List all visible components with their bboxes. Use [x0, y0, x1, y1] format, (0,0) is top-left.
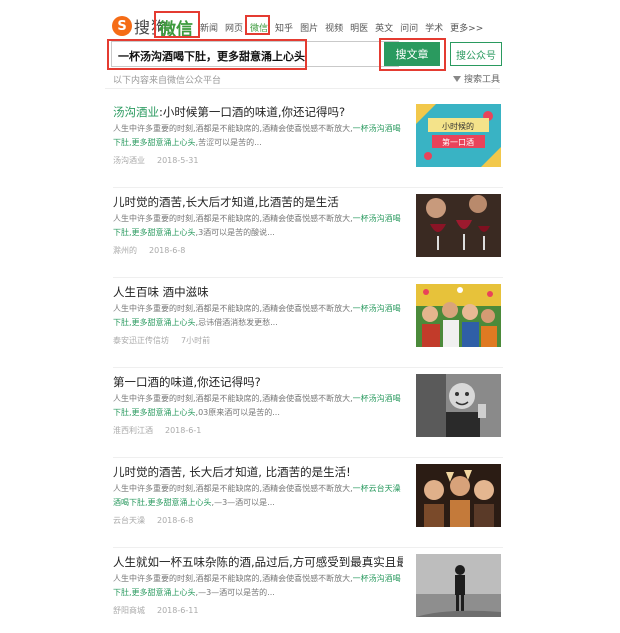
- result-item: 人生百味 酒中滋味 人生中许多重要的时刻,酒都是不能缺席的,酒精会使喜悦感不断放…: [113, 278, 503, 368]
- result-title[interactable]: 儿时觉的酒苦, 长大后才知道, 比酒苦的是生活!: [113, 464, 403, 480]
- result-item: 第一口酒的味道,你还记得吗? 人生中许多重要的时刻,酒都是不能缺席的,酒精会使喜…: [113, 368, 503, 458]
- result-thumbnail[interactable]: [416, 554, 501, 617]
- nav-images[interactable]: 图片: [300, 21, 318, 34]
- svg-text:小时候的: 小时候的: [442, 121, 474, 131]
- result-meta: 舒阳商城 2018-6-11: [113, 605, 198, 616]
- result-source[interactable]: 泰安迅正传信坊: [113, 336, 169, 345]
- result-list: 汤沟酒业:小时候第一口酒的味道,你还记得吗? 人生中许多重要的时刻,酒都是不能缺…: [113, 98, 503, 633]
- result-item: 儿时觉的酒苦,长大后才知道,比酒苦的是生活 人生中许多重要的时刻,酒都是不能缺席…: [113, 188, 503, 278]
- result-title[interactable]: 汤沟酒业:小时候第一口酒的味道,你还记得吗?: [113, 104, 403, 120]
- result-abstract: 人生中许多重要的时刻,酒都是不能缺席的,酒精会使喜悦感不断放大,一杯汤沟酒喝下肚…: [113, 572, 403, 600]
- toast-icon: [416, 464, 501, 527]
- result-abstract: 人生中许多重要的时刻,酒都是不能缺席的,酒精会使喜悦感不断放大,一杯汤沟酒喝下肚…: [113, 212, 403, 240]
- annotation-box-button: [379, 38, 446, 71]
- result-title-text: 人生就如一杯五味杂陈的酒,品过后,方可感受到最真实且最...: [113, 555, 403, 569]
- result-source[interactable]: 云台天澡: [113, 516, 145, 525]
- result-thumbnail[interactable]: 小时候的 第一口酒: [416, 104, 501, 167]
- abstract-tail: ,3酒可以是苦的酸说...: [195, 228, 275, 237]
- nav-medical[interactable]: 明医: [350, 21, 368, 34]
- result-source[interactable]: 滁州的: [113, 246, 137, 255]
- abstract-text: 人生中许多重要的时刻,酒都是不能缺席的,酒精会使喜悦感不断放大,: [113, 214, 353, 223]
- result-date: 2018-6-8: [149, 246, 186, 255]
- svg-text:第一口酒: 第一口酒: [442, 137, 474, 147]
- result-source[interactable]: 舒阳商城: [113, 606, 145, 615]
- abstract-tail: ,03原来酒可以是苦的...: [195, 408, 280, 417]
- result-item: 儿时觉的酒苦, 长大后才知道, 比酒苦的是生活! 人生中许多重要的时刻,酒都是不…: [113, 458, 503, 548]
- abstract-text: 人生中许多重要的时刻,酒都是不能缺席的,酒精会使喜悦感不断放大,: [113, 394, 353, 403]
- result-source[interactable]: 淮西利江酒: [113, 426, 153, 435]
- nav-web[interactable]: 网页: [225, 21, 243, 34]
- source-hint: 以下内容来自微信公众平台: [113, 76, 222, 86]
- result-title[interactable]: 人生就如一杯五味杂陈的酒,品过后,方可感受到最真实且最...: [113, 554, 403, 570]
- result-date: 2018-6-8: [157, 516, 194, 525]
- nav-english[interactable]: 英文: [375, 21, 393, 34]
- result-meta: 汤沟酒业 2018-5-31: [113, 155, 198, 166]
- annotation-box-tab: [245, 15, 270, 35]
- poster-icon: 小时候的 第一口酒: [416, 104, 501, 167]
- result-abstract: 人生中许多重要的时刻,酒都是不能缺席的,酒精会使喜悦感不断放大,一杯汤沟酒喝下肚…: [113, 122, 403, 150]
- nav-bar: 新闻 网页 微信 知乎 图片 视频 明医 英文 问问 学术 更多>>: [200, 21, 490, 34]
- result-title[interactable]: 儿时觉的酒苦,长大后才知道,比酒苦的是生活: [113, 194, 403, 210]
- result-title-text: 人生百味 酒中滋味: [113, 285, 209, 299]
- silhouette-icon: [416, 554, 501, 617]
- result-title-highlight: 汤沟酒业: [113, 105, 159, 119]
- result-meta: 滁州的 2018-6-8: [113, 245, 185, 256]
- result-date: 7小时前: [181, 336, 211, 345]
- nav-wenwen[interactable]: 问问: [400, 21, 418, 34]
- result-thumbnail[interactable]: [416, 194, 501, 257]
- result-meta: 淮西利江酒 2018-6-1: [113, 425, 201, 436]
- result-meta: 云台天澡 2018-6-8: [113, 515, 193, 526]
- result-date: 2018-6-1: [165, 426, 202, 435]
- sogou-logo-icon: S: [112, 16, 132, 36]
- result-item: 人生就如一杯五味杂陈的酒,品过后,方可感受到最真实且最... 人生中许多重要的时…: [113, 548, 503, 633]
- party-icon: [416, 284, 501, 347]
- result-date: 2018-6-11: [157, 606, 199, 615]
- result-item: 汤沟酒业:小时候第一口酒的味道,你还记得吗? 人生中许多重要的时刻,酒都是不能缺…: [113, 98, 503, 188]
- annotation-box-weixin: [154, 11, 200, 38]
- annotation-box-query: [107, 39, 307, 70]
- result-abstract: 人生中许多重要的时刻,酒都是不能缺席的,酒精会使喜悦感不断放大,一杯汤沟酒喝下肚…: [113, 302, 403, 330]
- abstract-text: 人生中许多重要的时刻,酒都是不能缺席的,酒精会使喜悦感不断放大,: [113, 484, 353, 493]
- result-title-text: 儿时觉的酒苦, 长大后才知道, 比酒苦的是生活!: [113, 465, 351, 479]
- abstract-text: 人生中许多重要的时刻,酒都是不能缺席的,酒精会使喜悦感不断放大,: [113, 304, 353, 313]
- nav-zhihu[interactable]: 知乎: [275, 21, 293, 34]
- nav-video[interactable]: 视频: [325, 21, 343, 34]
- nav-news[interactable]: 新闻: [200, 21, 218, 34]
- result-thumbnail[interactable]: [416, 464, 501, 527]
- child-photo-icon: [416, 374, 501, 437]
- filter-icon: [453, 75, 461, 82]
- result-title-text: 第一口酒的味道,你还记得吗?: [113, 375, 261, 389]
- abstract-tail: ,苦涩可以是苦的...: [195, 138, 262, 147]
- result-source[interactable]: 汤沟酒业: [113, 156, 145, 165]
- abstract-text: 人生中许多重要的时刻,酒都是不能缺席的,酒精会使喜悦感不断放大,: [113, 574, 353, 583]
- result-title-text: 儿时觉的酒苦,长大后才知道,比酒苦的是生活: [113, 195, 339, 209]
- wine-glasses-icon: [416, 194, 501, 257]
- result-meta: 泰安迅正传信坊 7小时前: [113, 335, 210, 346]
- abstract-text: 人生中许多重要的时刻,酒都是不能缺席的,酒精会使喜悦感不断放大,: [113, 124, 353, 133]
- result-date: 2018-5-31: [157, 156, 199, 165]
- search-tools-button[interactable]: 搜索工具: [453, 72, 500, 85]
- nav-scholar[interactable]: 学术: [425, 21, 443, 34]
- abstract-tail: ,忌讳借酒消愁发更愁...: [195, 318, 278, 327]
- search-accounts-button[interactable]: 搜公众号: [450, 42, 502, 66]
- divider: [105, 88, 500, 89]
- result-title[interactable]: 人生百味 酒中滋味: [113, 284, 403, 300]
- result-thumbnail[interactable]: [416, 374, 501, 437]
- result-title-text: :小时候第一口酒的味道,你还记得吗?: [159, 105, 346, 119]
- abstract-tail: ,—3—酒可以是...: [211, 498, 275, 507]
- abstract-tail: ,—3—酒可以是苦的...: [195, 588, 275, 597]
- result-abstract: 人生中许多重要的时刻,酒都是不能缺席的,酒精会使喜悦感不断放大,一杯汤沟酒喝下肚…: [113, 392, 403, 420]
- search-tools-label: 搜索工具: [464, 75, 501, 85]
- result-abstract: 人生中许多重要的时刻,酒都是不能缺席的,酒精会使喜悦感不断放大,一杯云台天澡酒喝…: [113, 482, 403, 510]
- result-title[interactable]: 第一口酒的味道,你还记得吗?: [113, 374, 403, 390]
- result-thumbnail[interactable]: [416, 284, 501, 347]
- nav-more[interactable]: 更多>>: [450, 21, 483, 34]
